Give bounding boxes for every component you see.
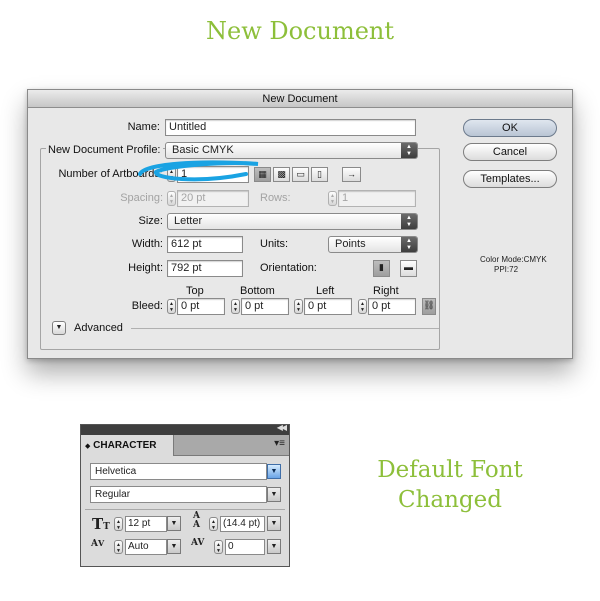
advanced-divider: [131, 328, 439, 329]
bleed-left-header: Left: [316, 285, 335, 297]
popup-arrows-icon: ▲ ▼: [401, 214, 417, 229]
arrange-by-row-icon[interactable]: ▭: [292, 167, 309, 182]
portrait-orientation-icon[interactable]: ▮: [373, 260, 390, 277]
link-bleed-icon[interactable]: ⛓: [422, 298, 436, 315]
tracking-dropdown-icon[interactable]: ▼: [267, 539, 281, 554]
annotation-swoosh-icon: [138, 160, 259, 182]
kerning-stepper[interactable]: ▲ ▼: [114, 540, 123, 554]
size-label: Size:: [138, 215, 163, 227]
heading-line-2: Changed: [398, 487, 502, 513]
bleed-right-input[interactable]: 0 pt: [368, 298, 416, 315]
popup-arrows-icon: ▲ ▼: [401, 237, 417, 252]
font-style-input[interactable]: Regular: [90, 486, 267, 503]
size-select[interactable]: Letter ▲ ▼: [167, 213, 418, 230]
profile-label: New Document Profile:: [46, 142, 163, 158]
units-value: Points: [335, 238, 366, 250]
panel-menu-icon[interactable]: ▾≡: [274, 438, 285, 449]
collapse-panel-icon[interactable]: ◀◀: [277, 423, 287, 432]
units-select[interactable]: Points ▲ ▼: [328, 236, 418, 253]
heading-new-document: New Document: [205, 17, 395, 45]
units-label: Units:: [260, 238, 289, 250]
height-label: Height:: [128, 262, 163, 274]
bleed-bottom-input[interactable]: 0 pt: [241, 298, 289, 315]
tracking-stepper[interactable]: ▲ ▼: [214, 540, 223, 554]
bleed-label: Bleed:: [131, 300, 163, 312]
leading-dropdown-icon[interactable]: ▼: [267, 516, 281, 531]
tab-character[interactable]: ◆ CHARACTER: [81, 435, 174, 456]
spacing-stepper[interactable]: ▲ ▼: [167, 191, 176, 206]
leading-stepper[interactable]: ▲ ▼: [209, 517, 218, 531]
bleed-top-header: Top: [186, 285, 204, 297]
font-size-stepper[interactable]: ▲ ▼: [114, 517, 123, 531]
ok-button[interactable]: OK: [463, 119, 557, 137]
width-label: Width:: [131, 238, 163, 250]
panel-header-strip: ◀◀: [81, 423, 289, 435]
profile-select[interactable]: Basic CMYK ▲ ▼: [165, 142, 418, 159]
rows-label: Rows:: [260, 192, 291, 204]
color-mode-info: Color Mode:CMYK: [480, 255, 547, 264]
bleed-bottom-stepper[interactable]: ▲ ▼: [231, 299, 240, 314]
orientation-label: Orientation:: [260, 262, 317, 274]
heading-default-font-changed: Default Font Changed: [340, 455, 560, 515]
popup-arrows-icon: ▲ ▼: [401, 143, 417, 158]
tracking-input[interactable]: 0: [225, 539, 265, 555]
grid-by-column-icon[interactable]: ▩: [273, 167, 290, 182]
dialog-title: New Document: [28, 90, 572, 108]
leading-input[interactable]: (14.4 pt): [220, 516, 265, 532]
font-size-input[interactable]: 12 pt: [125, 516, 167, 532]
panel-tab-bar: ◆ CHARACTER ▾≡: [81, 435, 289, 456]
tracking-icon: AV: [191, 538, 205, 548]
height-input[interactable]: 792 pt: [167, 260, 243, 277]
size-value: Letter: [174, 215, 203, 227]
heading-line-1: Default Font: [377, 457, 523, 483]
font-size-dropdown-icon[interactable]: ▼: [167, 516, 181, 531]
font-size-icon: TT: [92, 515, 110, 533]
profile-value: Basic CMYK: [172, 144, 234, 156]
font-family-dropdown-icon[interactable]: ▼: [267, 464, 281, 479]
arrange-by-column-icon[interactable]: ▯: [311, 167, 328, 182]
leading-icon: AA: [193, 511, 200, 530]
advanced-label[interactable]: Advanced: [74, 320, 123, 336]
kerning-dropdown-icon[interactable]: ▼: [167, 539, 181, 554]
cancel-button[interactable]: Cancel: [463, 143, 557, 161]
font-family-input[interactable]: Helvetica: [90, 463, 267, 480]
bleed-top-stepper[interactable]: ▲ ▼: [167, 299, 176, 314]
advanced-disclosure-icon[interactable]: ▼: [52, 321, 66, 335]
bleed-right-header: Right: [373, 285, 399, 297]
font-style-dropdown-icon[interactable]: ▼: [267, 487, 281, 502]
tab-arrows-icon: ◆: [85, 443, 91, 450]
ppi-info: PPI:72: [494, 265, 519, 274]
character-panel: ◀◀ ◆ CHARACTER ▾≡ Helvetica ▼ Regular ▼ …: [80, 423, 290, 567]
templates-button[interactable]: Templates...: [463, 170, 557, 188]
width-input[interactable]: 612 pt: [167, 236, 243, 253]
tab-character-label: CHARACTER: [93, 440, 157, 451]
kerning-icon: AV: [91, 538, 105, 549]
panel-separator: [85, 509, 285, 510]
spacing-input[interactable]: 20 pt: [177, 190, 249, 207]
name-input[interactable]: Untitled: [165, 119, 416, 136]
bleed-left-stepper[interactable]: ▲ ▼: [294, 299, 303, 314]
rows-input[interactable]: 1: [338, 190, 416, 207]
name-label: Name:: [127, 121, 160, 133]
bleed-top-input[interactable]: 0 pt: [177, 298, 225, 315]
spacing-label: Spacing:: [120, 192, 163, 204]
rows-stepper[interactable]: ▲ ▼: [328, 191, 337, 206]
landscape-orientation-icon[interactable]: ▬: [400, 260, 417, 277]
bleed-left-input[interactable]: 0 pt: [304, 298, 352, 315]
left-to-right-layout-icon[interactable]: →: [342, 167, 361, 182]
new-document-dialog: New Document Name: Untitled New Document…: [27, 89, 573, 359]
bleed-right-stepper[interactable]: ▲ ▼: [358, 299, 367, 314]
kerning-input[interactable]: Auto: [125, 539, 167, 555]
bleed-bottom-header: Bottom: [240, 285, 275, 297]
